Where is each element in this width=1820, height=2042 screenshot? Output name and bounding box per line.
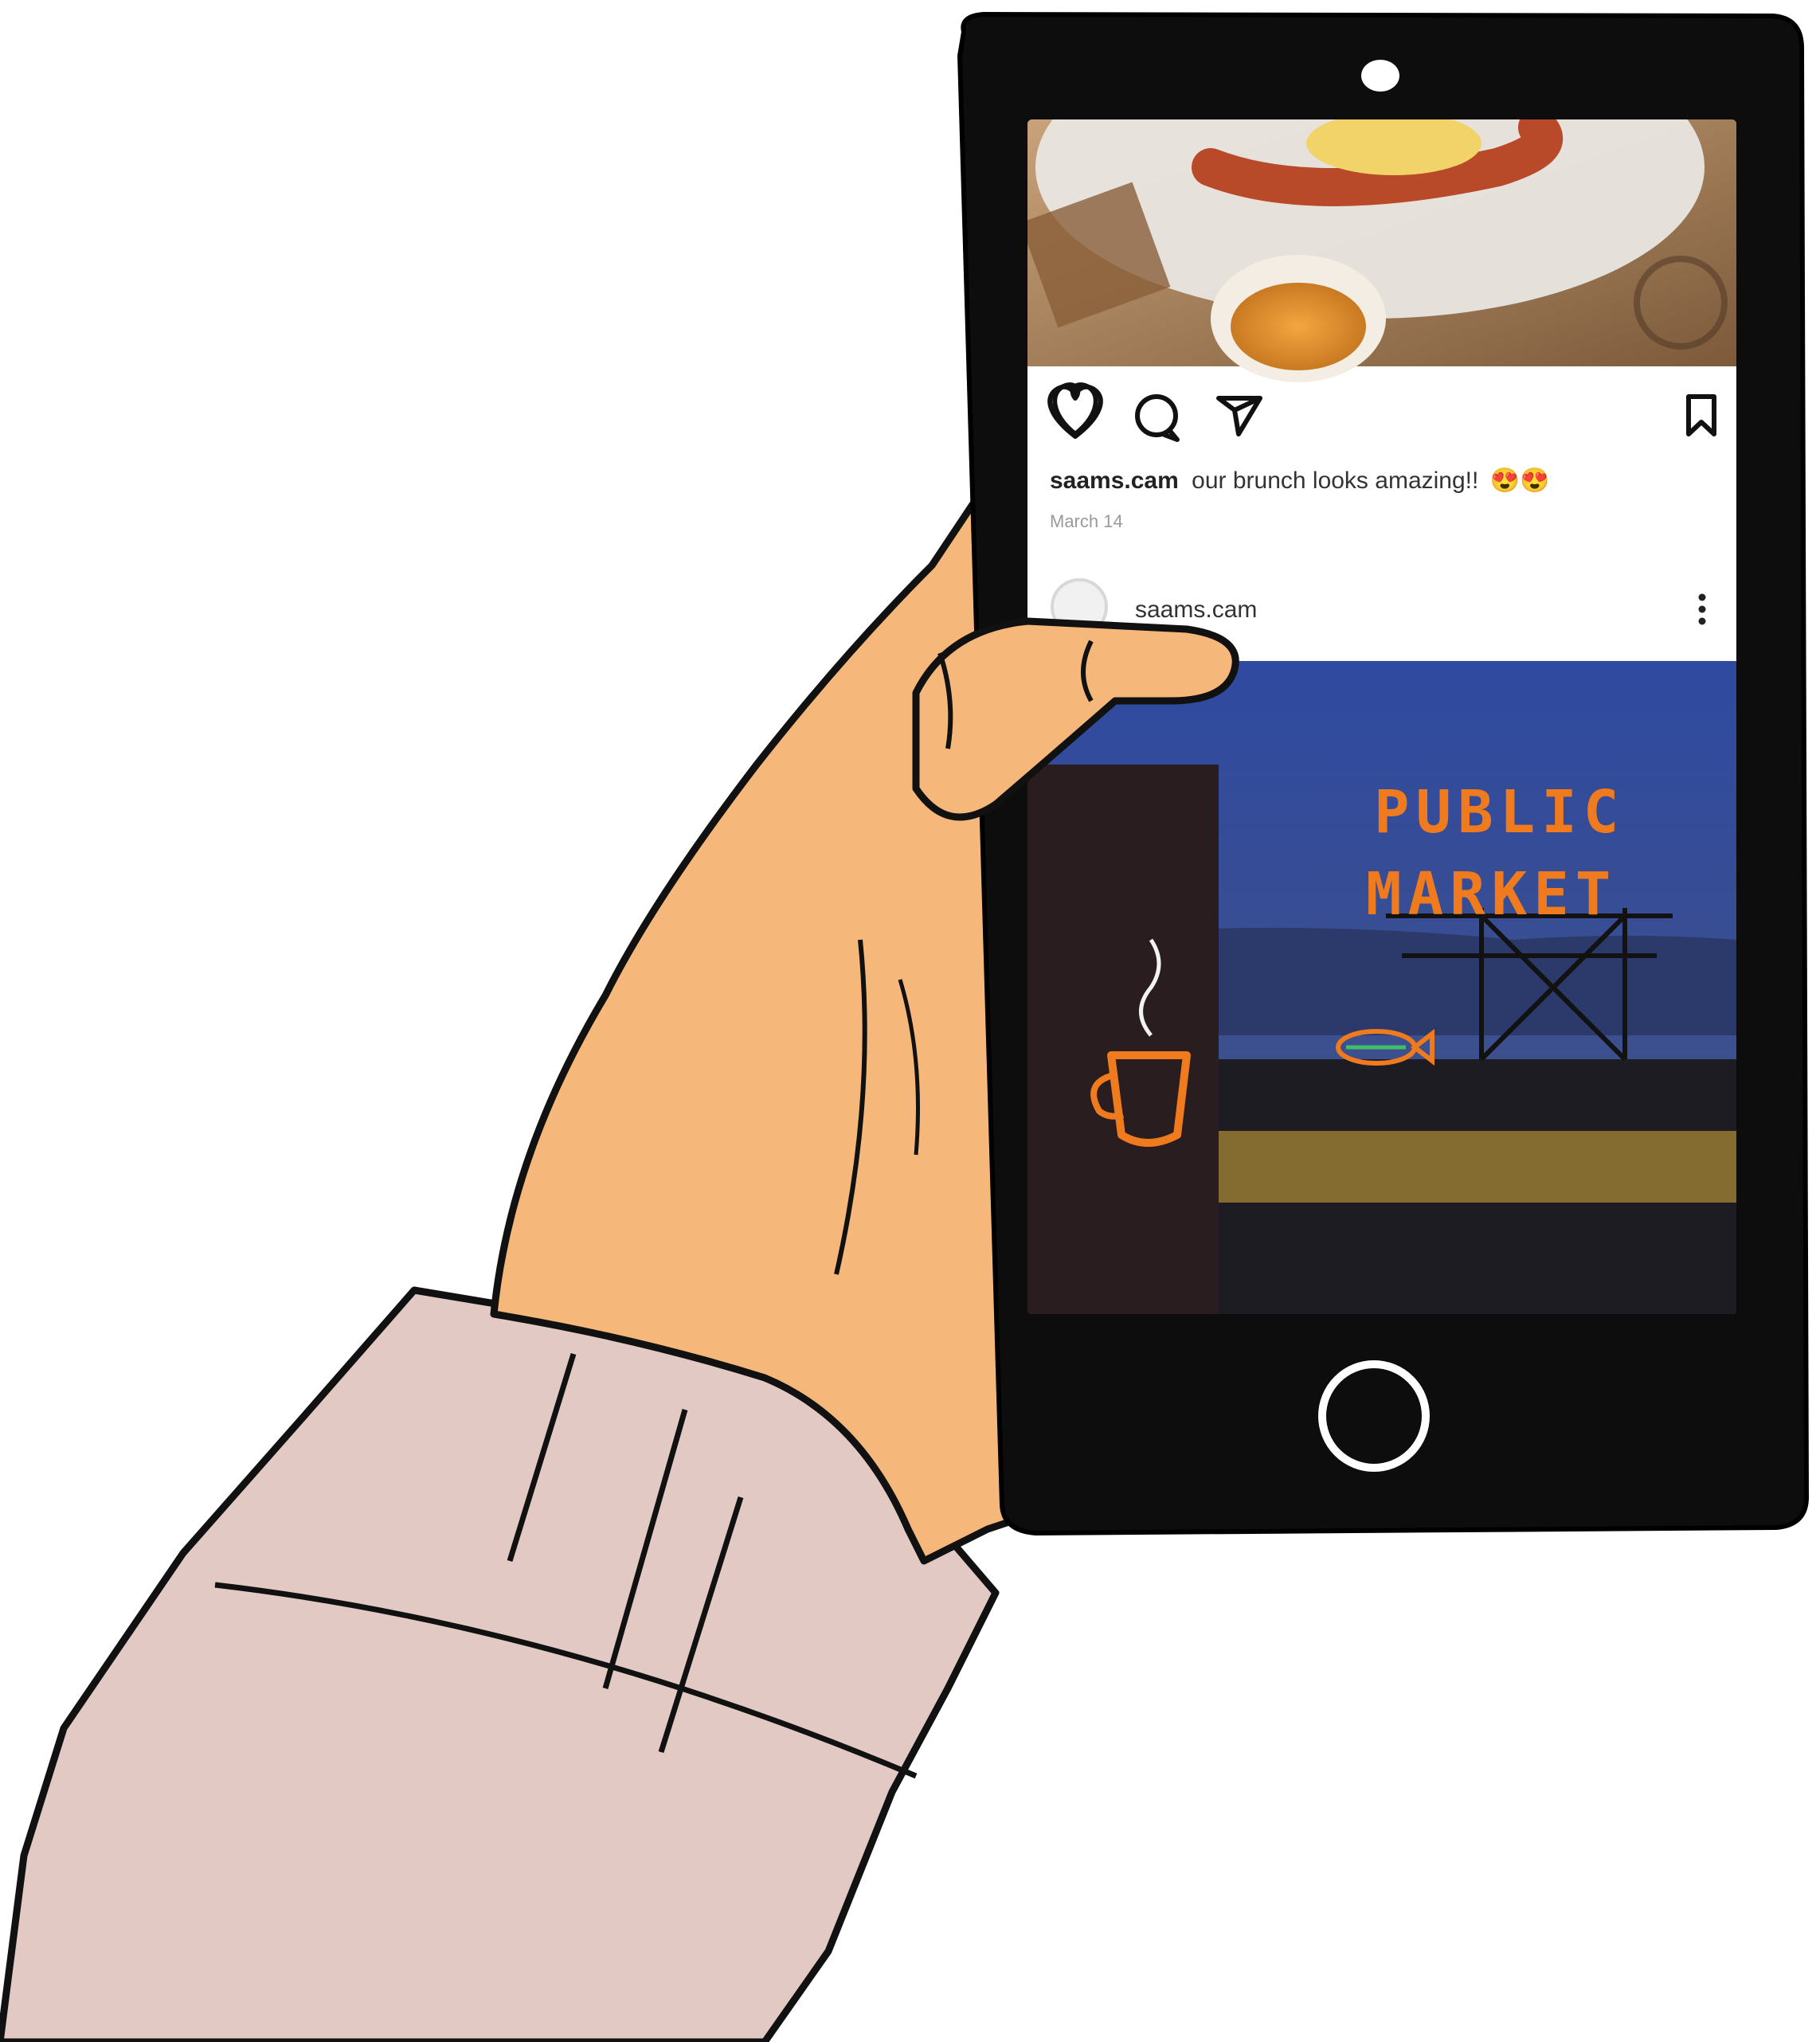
post-username[interactable]: saams.cam xyxy=(1050,467,1179,494)
post-photo-market[interactable]: PUBLIC MARKET xyxy=(1027,661,1736,1314)
front-camera-icon xyxy=(1361,60,1399,92)
post-caption: our brunch looks amazing!! xyxy=(1192,467,1478,494)
post-date: March 14 xyxy=(1050,511,1123,531)
caption-emoji: 😍😍 xyxy=(1490,467,1550,494)
sign-market: MARKET xyxy=(1366,860,1617,929)
caption-line: saams.cam our brunch looks amazing!! 😍😍 xyxy=(1050,467,1549,494)
sign-public: PUBLIC xyxy=(1374,778,1625,847)
illustration: saams.cam our brunch looks amazing!! 😍😍 … xyxy=(0,11,1810,2042)
vertical-dots-icon[interactable] xyxy=(1698,593,1706,625)
next-post-username[interactable]: saams.cam xyxy=(1135,597,1257,623)
